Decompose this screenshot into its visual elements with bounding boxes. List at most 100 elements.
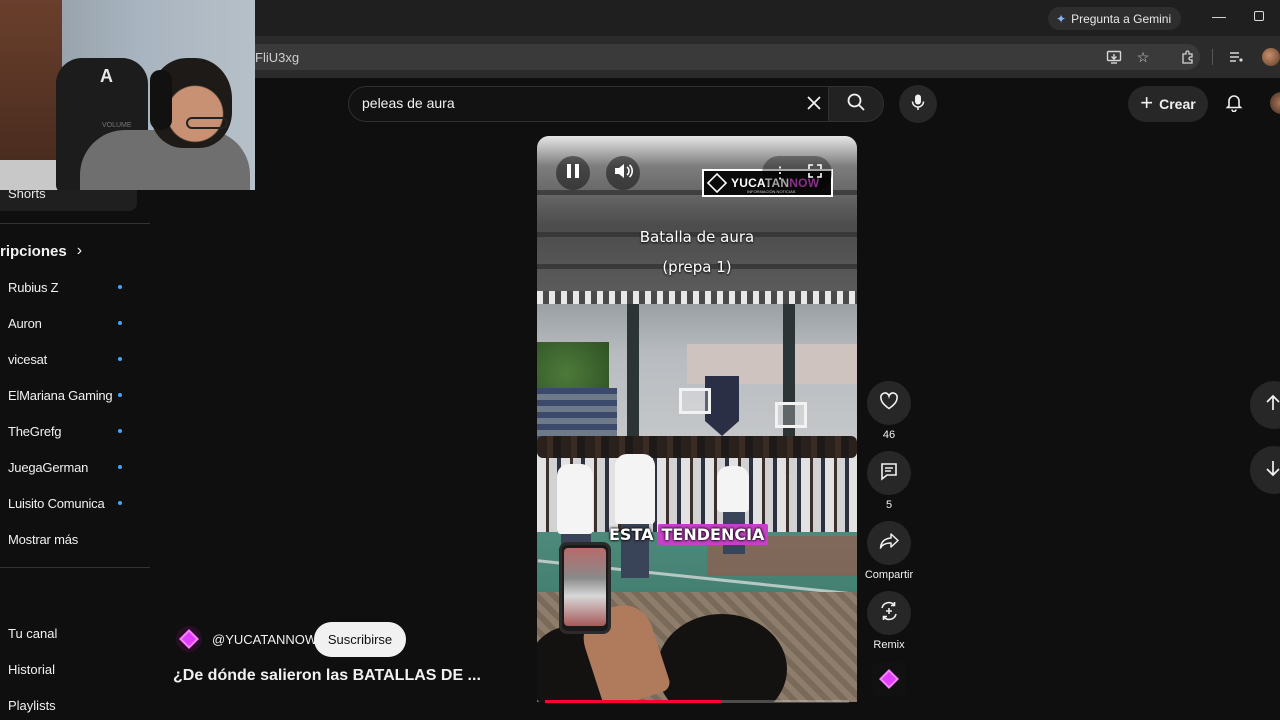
video-progress-fill xyxy=(545,700,721,703)
overlay-title-line2: (prepa 1) xyxy=(662,258,732,276)
fullscreen-icon[interactable] xyxy=(808,163,822,183)
channel-logo-icon xyxy=(179,629,199,649)
basketball-hoop xyxy=(679,388,711,414)
like-count: 46 xyxy=(882,429,896,441)
sidebar-item-subscription[interactable]: Auron xyxy=(8,316,42,331)
headset-icon xyxy=(150,70,172,130)
new-content-dot xyxy=(118,357,122,361)
remix-button[interactable] xyxy=(867,591,911,635)
media-control-icon[interactable] xyxy=(1226,47,1246,67)
search-icon xyxy=(846,92,866,117)
new-content-dot xyxy=(118,501,122,505)
video-trees xyxy=(537,342,609,394)
comments-button[interactable] xyxy=(867,451,911,495)
channel-handle[interactable]: @YUCATANNOW xyxy=(212,632,317,647)
gemini-button[interactable]: ✦ Pregunta a Gemini xyxy=(1048,7,1182,30)
pause-button[interactable] xyxy=(556,156,590,190)
comment-count: 5 xyxy=(885,499,893,511)
new-content-dot xyxy=(118,465,122,469)
caption-word: ESTA xyxy=(609,525,654,544)
subscriptions-header[interactable]: ripciones › xyxy=(0,242,82,260)
toolbar-separator xyxy=(1212,49,1213,65)
sidebar-divider xyxy=(0,223,150,224)
sidebar-item-your-channel[interactable]: Tu canal xyxy=(8,626,57,641)
roof-truss xyxy=(537,291,857,305)
video-title[interactable]: ¿De dónde salieron las BATALLAS DE ... xyxy=(173,667,481,685)
remix-icon xyxy=(878,600,900,627)
new-content-dot xyxy=(118,393,122,397)
sidebar-item-history[interactable]: Historial xyxy=(8,662,55,677)
subscribe-button[interactable]: Suscribirse xyxy=(314,622,406,657)
share-label: Compartir xyxy=(864,569,914,581)
sidebar-item-subscription[interactable]: vicesat xyxy=(8,352,47,367)
clear-search-icon[interactable] xyxy=(801,90,827,116)
install-app-icon[interactable] xyxy=(1104,47,1124,67)
student-figure xyxy=(615,454,655,524)
subscriptions-title: ripciones xyxy=(0,242,67,260)
channel-avatar[interactable] xyxy=(176,626,202,652)
sidebar-item-subscription[interactable]: TheGrefg xyxy=(8,424,62,439)
like-button[interactable] xyxy=(867,381,911,425)
next-short-button[interactable] xyxy=(1250,446,1280,494)
address-bar[interactable] xyxy=(150,44,1200,70)
comment-icon xyxy=(879,461,899,486)
webcam-overlay: A VOLUME xyxy=(0,0,255,190)
create-button-label: Crear xyxy=(1159,96,1196,112)
show-more-button[interactable]: Mostrar más xyxy=(8,532,78,547)
plus-icon: + xyxy=(1140,90,1154,115)
video-caption: ESTA TENDENCIA xyxy=(609,524,769,545)
pause-icon xyxy=(566,163,580,184)
chair-brand-text: VOLUME xyxy=(102,122,132,129)
shorts-player[interactable]: Batalla de aura (prepa 1) ESTA TENDENCIA… xyxy=(537,136,857,702)
share-button[interactable] xyxy=(867,521,911,565)
previous-short-button[interactable] xyxy=(1250,381,1280,429)
chair-logo: A xyxy=(100,66,113,86)
chevron-right-icon: › xyxy=(76,242,83,259)
more-options-icon[interactable]: ⋮ xyxy=(772,163,788,183)
new-content-dot xyxy=(118,321,122,325)
player-options[interactable]: ⋮ xyxy=(762,156,832,190)
video-crowd-heads xyxy=(537,436,857,458)
heart-icon xyxy=(879,391,899,415)
basketball-hoop xyxy=(775,402,807,428)
sidebar-item-playlists[interactable]: Playlists xyxy=(8,698,56,713)
sidebar-item-subscription[interactable]: Rubius Z xyxy=(8,280,59,295)
student-figure xyxy=(717,466,749,512)
notifications-button[interactable] xyxy=(1220,90,1248,118)
bookmark-star-icon[interactable]: ☆ xyxy=(1133,47,1153,67)
voice-search-button[interactable] xyxy=(899,85,937,123)
new-content-dot xyxy=(118,285,122,289)
share-icon xyxy=(879,532,899,555)
sidebar-item-subscription[interactable]: ElMariana Gaming xyxy=(8,388,113,403)
address-bar-url[interactable]: FliU3xg xyxy=(255,50,299,65)
new-content-dot xyxy=(118,429,122,433)
microphone-icon xyxy=(909,93,927,116)
glasses-icon xyxy=(186,117,228,129)
sound-source-thumbnail[interactable] xyxy=(872,662,906,696)
overlay-title-line1: Batalla de aura xyxy=(639,228,755,246)
arrow-down-icon xyxy=(1264,459,1280,482)
extensions-icon[interactable] xyxy=(1178,47,1198,67)
volume-button[interactable] xyxy=(606,156,640,190)
arrow-up-icon xyxy=(1264,394,1280,417)
sidebar-divider xyxy=(0,567,150,568)
channel-logo-icon xyxy=(879,669,899,689)
volume-icon xyxy=(613,162,634,185)
remix-label: Remix xyxy=(873,639,905,651)
search-button[interactable] xyxy=(828,86,884,122)
student-figure xyxy=(557,464,593,534)
browser-profile-avatar[interactable] xyxy=(1262,48,1280,66)
maximize-icon[interactable] xyxy=(1254,11,1264,21)
sidebar-item-subscription[interactable]: JuegaGerman xyxy=(8,460,88,475)
account-avatar[interactable] xyxy=(1270,92,1280,114)
gemini-star-icon: ✦ xyxy=(1056,11,1067,26)
search-query-text[interactable]: peleas de aura xyxy=(362,95,455,111)
phone-screen xyxy=(564,548,606,626)
caption-highlight-word: TENDENCIA xyxy=(657,524,769,545)
bell-icon xyxy=(1224,92,1244,117)
video-overlay-title: Batalla de aura (prepa 1) xyxy=(537,222,857,282)
sidebar-item-subscription[interactable]: Luisito Comunica xyxy=(8,496,105,511)
gemini-button-label: Pregunta a Gemini xyxy=(1071,11,1172,26)
create-button[interactable]: + Crear xyxy=(1128,86,1208,122)
minimize-icon[interactable]: — xyxy=(1212,8,1226,26)
